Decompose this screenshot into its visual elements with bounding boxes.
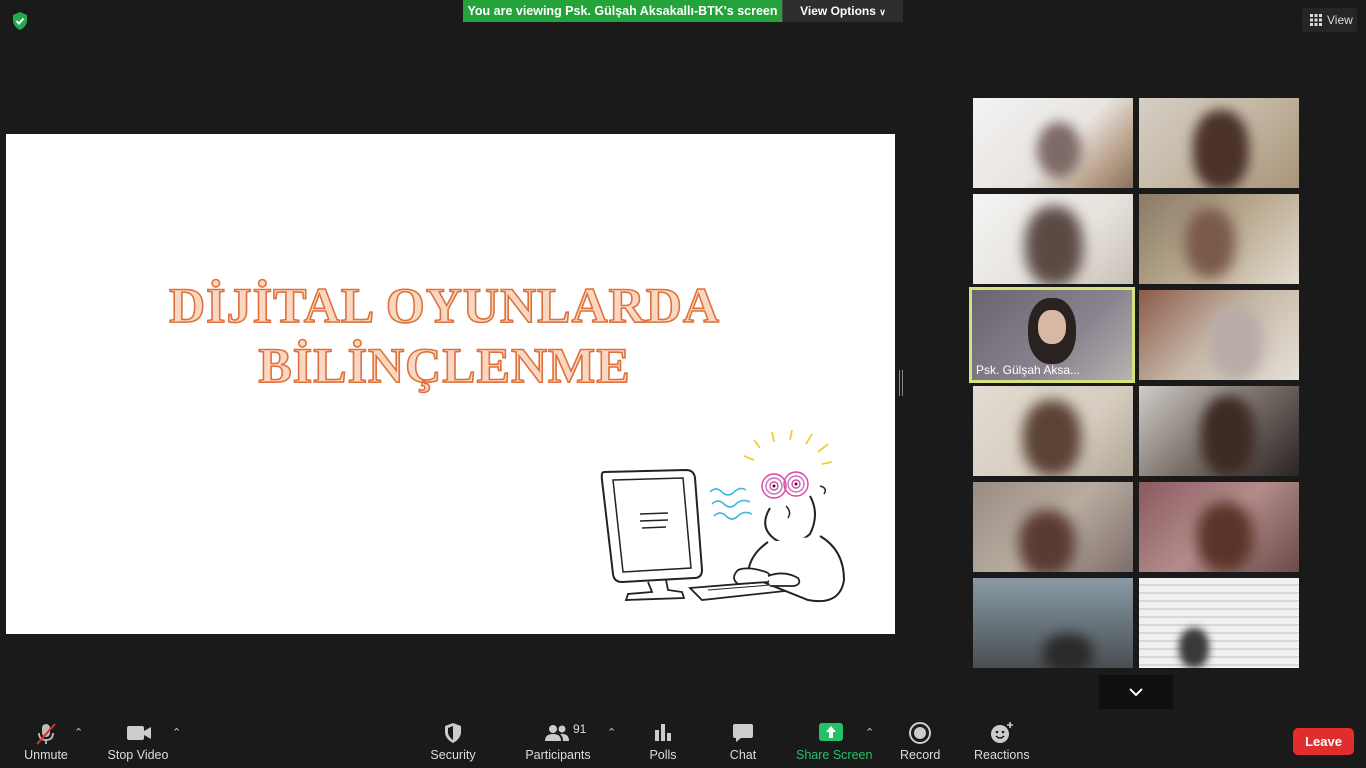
participants-icon	[545, 725, 569, 741]
participant-silhouette	[1179, 628, 1209, 668]
view-button[interactable]: View	[1302, 8, 1357, 32]
leave-button[interactable]: Leave	[1293, 728, 1354, 755]
stop-video-button[interactable]: Stop Video	[106, 718, 170, 762]
chevron-down-icon: ∨	[879, 7, 886, 17]
participant-video-tile[interactable]	[1139, 290, 1299, 380]
share-options-caret[interactable]: ⌃	[865, 726, 874, 739]
participants-count: 91	[573, 722, 587, 736]
shared-screen[interactable]: DİJİTAL OYUNLARDA BİLİNÇLENME	[6, 134, 895, 634]
record-icon	[909, 722, 931, 744]
video-camera-icon	[127, 726, 151, 740]
slide-title-line2: BİLİNÇLENME	[258, 336, 631, 394]
participant-silhouette	[1019, 510, 1075, 572]
polls-bar-chart-icon	[655, 724, 671, 741]
security-label: Security	[430, 748, 476, 762]
participant-video-tile[interactable]	[973, 386, 1133, 476]
unmute-label: Unmute	[24, 748, 68, 762]
gallery-scroll-down-button[interactable]	[1099, 675, 1173, 709]
participant-silhouette	[1023, 400, 1081, 476]
share-screen-button[interactable]: Share Screen	[796, 718, 873, 762]
chat-label: Chat	[729, 748, 757, 762]
participant-video-tile[interactable]	[973, 194, 1133, 284]
reactions-label: Reactions	[974, 748, 1030, 762]
view-options-label: View Options	[800, 4, 876, 18]
chevron-down-icon	[1129, 688, 1143, 697]
security-button[interactable]: Security	[428, 718, 478, 762]
participant-silhouette	[1197, 502, 1253, 572]
polls-label: Polls	[649, 748, 677, 762]
security-shield-icon	[445, 723, 461, 743]
view-options-button[interactable]: View Options ∨	[782, 0, 903, 22]
muted-mic-icon	[36, 723, 56, 745]
participant-video-tile[interactable]	[1139, 578, 1299, 668]
reactions-smiley-icon	[991, 722, 1013, 743]
audio-options-caret[interactable]: ⌃	[74, 726, 83, 739]
panel-resize-handle[interactable]	[899, 370, 903, 396]
record-label: Record	[900, 748, 941, 762]
participant-silhouette	[1025, 206, 1083, 284]
video-options-caret[interactable]: ⌃	[172, 726, 181, 739]
participant-video-tile[interactable]	[973, 578, 1133, 668]
grid-icon	[1310, 14, 1322, 26]
participant-silhouette	[1209, 306, 1263, 380]
view-label: View	[1327, 13, 1353, 27]
viewing-screen-banner: You are viewing Psk. Gülşah Aksakallı-BT…	[463, 0, 782, 22]
participants-options-caret[interactable]: ⌃	[607, 726, 616, 739]
participant-video-tile[interactable]	[1139, 482, 1299, 572]
participants-label: Participants	[525, 748, 591, 762]
participant-video-tile[interactable]	[973, 482, 1133, 572]
chat-bubble-icon	[733, 724, 753, 742]
stop-video-label: Stop Video	[107, 748, 169, 762]
participant-silhouette	[1193, 110, 1249, 188]
active-speaker-name: Psk. Gülşah Aksa...	[976, 363, 1081, 377]
participant-video-tile[interactable]	[1139, 386, 1299, 476]
participant-video-tile[interactable]	[1139, 194, 1299, 284]
chat-button[interactable]: Chat	[726, 718, 760, 762]
participant-face	[1038, 310, 1066, 344]
polls-button[interactable]: Polls	[645, 718, 681, 762]
share-screen-label: Share Screen	[796, 748, 873, 762]
person-at-computer-illustration	[600, 430, 846, 602]
participant-silhouette	[1201, 396, 1255, 476]
slide-title-line1: DİJİTAL OYUNLARDA	[168, 276, 720, 334]
active-speaker-tile[interactable]: Psk. Gülşah Aksa...	[969, 287, 1135, 383]
record-button[interactable]: Record	[900, 718, 940, 762]
unmute-button[interactable]: Unmute	[18, 718, 74, 762]
share-screen-arrow-icon	[819, 723, 843, 741]
participant-silhouette	[1185, 208, 1235, 278]
participant-video-tile[interactable]	[973, 98, 1133, 188]
reactions-button[interactable]: Reactions	[974, 718, 1030, 762]
participant-silhouette	[1043, 634, 1093, 668]
participant-video-tile[interactable]	[1139, 98, 1299, 188]
encryption-shield-icon[interactable]	[10, 11, 30, 31]
participants-button[interactable]: 91 Participants	[524, 718, 592, 762]
participant-silhouette	[1037, 122, 1081, 178]
